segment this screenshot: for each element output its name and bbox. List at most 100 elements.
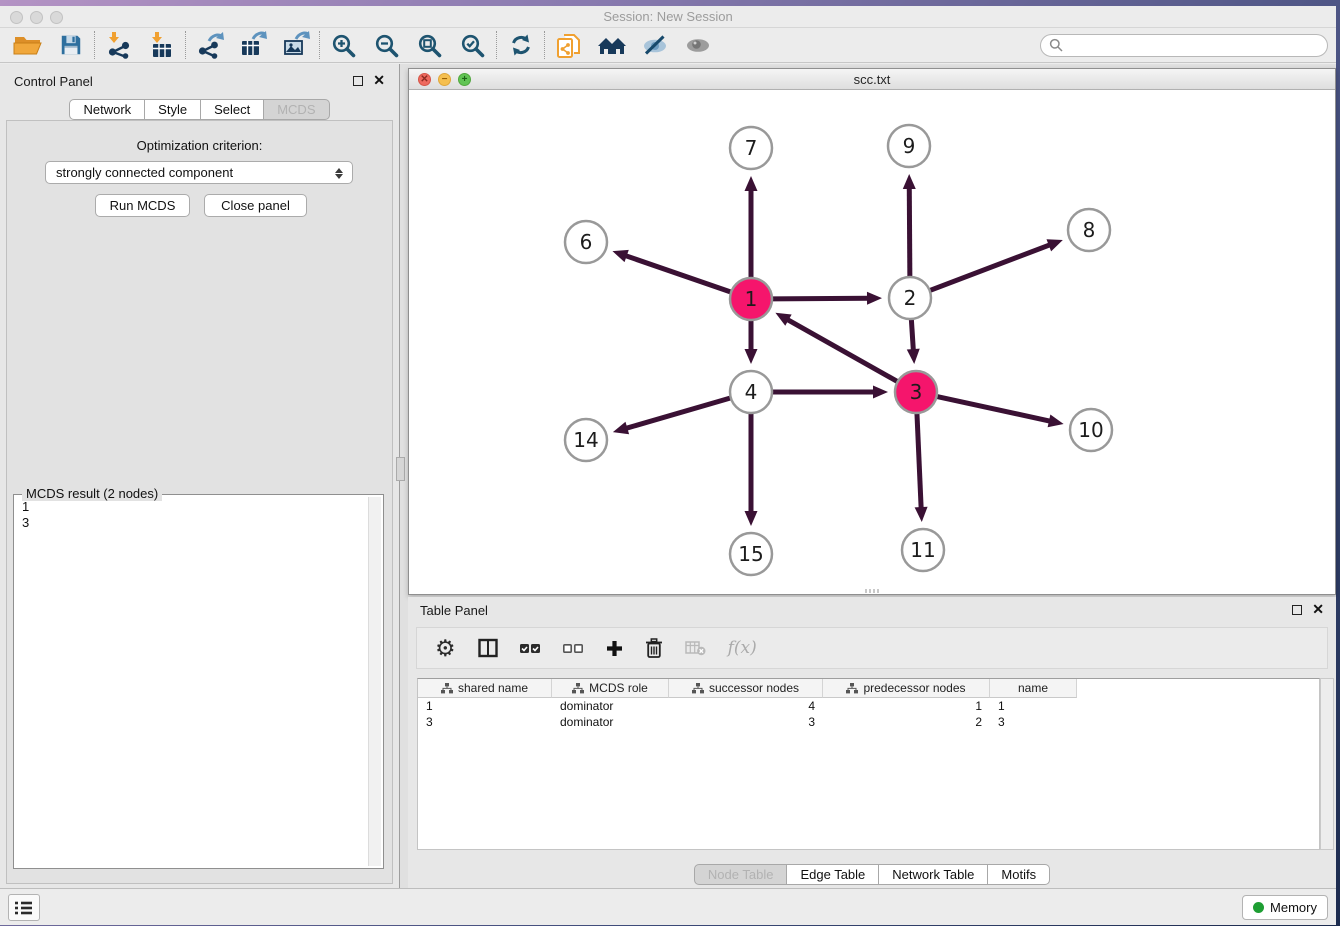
graph-node-2[interactable]: 2 <box>889 277 931 319</box>
panel-splitter-handle[interactable] <box>396 457 405 481</box>
table-tabs: Node TableEdge TableNetwork TableMotifs <box>408 864 1336 885</box>
edge-arrowhead-icon <box>613 422 629 434</box>
network-frame-titlebar[interactable]: ✕ − + scc.txt <box>409 69 1335 90</box>
graph-node-6[interactable]: 6 <box>565 221 607 263</box>
table-cell: 3 <box>669 715 823 729</box>
graph-node-4[interactable]: 4 <box>730 371 772 413</box>
edge-3-11[interactable] <box>917 413 921 510</box>
window-title: Session: New Session <box>0 9 1336 24</box>
tab-mcds[interactable]: MCDS <box>264 99 329 120</box>
tab-network-table[interactable]: Network Table <box>879 864 988 885</box>
svg-text:10: 10 <box>1078 418 1103 442</box>
optimization-criterion-select[interactable]: strongly connected component <box>45 161 353 184</box>
float-table-panel-icon[interactable] <box>1292 605 1302 615</box>
svg-text:14: 14 <box>573 428 598 452</box>
control-panel-tabs: NetworkStyleSelectMCDS <box>0 99 399 120</box>
settings-gear-icon[interactable]: ⚙ <box>435 637 456 660</box>
clone-network-icon[interactable] <box>547 30 590 61</box>
tab-network[interactable]: Network <box>69 99 145 120</box>
zoom-in-icon[interactable] <box>322 30 365 61</box>
column-header-MCDS-role[interactable]: MCDS role <box>552 679 669 698</box>
show-columns-icon[interactable] <box>478 638 498 658</box>
home-icon[interactable] <box>590 30 633 61</box>
zoom-out-icon[interactable] <box>365 30 408 61</box>
table-cell: 1 <box>418 699 552 713</box>
memory-button[interactable]: Memory <box>1242 895 1328 920</box>
svg-text:2: 2 <box>904 286 917 310</box>
search-input[interactable] <box>1067 36 1327 54</box>
graph-node-1[interactable]: 1 <box>730 278 772 320</box>
column-header-name[interactable]: name <box>990 679 1077 698</box>
export-table-icon[interactable] <box>231 30 274 61</box>
edge-3-10[interactable] <box>937 396 1052 421</box>
tab-node-table[interactable]: Node Table <box>694 864 788 885</box>
run-mcds-button[interactable]: Run MCDS <box>95 194 190 217</box>
graph-node-14[interactable]: 14 <box>565 419 607 461</box>
graph-node-15[interactable]: 15 <box>730 533 772 575</box>
mcds-result-text[interactable]: 13 <box>16 499 365 866</box>
edge-arrowhead-icon <box>745 176 758 191</box>
zoom-selected-icon[interactable] <box>451 30 494 61</box>
table-cell: 4 <box>669 699 823 713</box>
graph-node-11[interactable]: 11 <box>902 529 944 571</box>
edge-2-9[interactable] <box>909 186 910 277</box>
table-row[interactable]: 1dominator411 <box>418 698 1319 714</box>
column-header-label: predecessor nodes <box>863 681 965 695</box>
delete-icon[interactable] <box>645 638 663 658</box>
export-image-icon[interactable] <box>274 30 317 61</box>
column-header-successor-nodes[interactable]: successor nodes <box>669 679 823 698</box>
svg-text:8: 8 <box>1083 218 1096 242</box>
import-network-icon[interactable] <box>97 30 140 61</box>
column-header-label: shared name <box>458 681 528 695</box>
deselect-all-icon[interactable] <box>563 642 584 655</box>
table-cell: 3 <box>418 715 552 729</box>
tab-select[interactable]: Select <box>201 99 264 120</box>
close-table-panel-icon[interactable]: ✕ <box>1312 601 1324 617</box>
task-history-button[interactable] <box>8 894 40 921</box>
import-table-icon[interactable] <box>140 30 183 61</box>
result-scrollbar[interactable] <box>368 497 381 866</box>
edge-1-6[interactable] <box>624 255 731 292</box>
select-all-icon[interactable] <box>520 642 541 655</box>
zoom-fit-icon[interactable] <box>408 30 451 61</box>
graph-node-10[interactable]: 10 <box>1070 409 1112 451</box>
main-area: Control Panel ✕ NetworkStyleSelectMCDS O… <box>0 64 1336 888</box>
open-file-icon[interactable] <box>6 30 49 61</box>
eye-icon[interactable] <box>676 30 719 61</box>
refresh-icon[interactable] <box>499 30 542 61</box>
float-panel-icon[interactable] <box>353 76 363 86</box>
eye-slash-icon[interactable] <box>633 30 676 61</box>
tab-style[interactable]: Style <box>145 99 201 120</box>
graph-node-9[interactable]: 9 <box>888 125 930 167</box>
canvas-resize-handle[interactable] <box>865 589 879 593</box>
column-header-shared-name[interactable]: shared name <box>418 679 552 698</box>
window-titlebar: Session: New Session <box>0 6 1336 28</box>
graph-node-3[interactable]: 3 <box>895 371 937 413</box>
edge-4-14[interactable] <box>624 398 730 429</box>
export-network-icon[interactable] <box>188 30 231 61</box>
column-header-predecessor-nodes[interactable]: predecessor nodes <box>823 679 990 698</box>
close-panel-icon[interactable]: ✕ <box>373 72 385 88</box>
edge-arrowhead-icon <box>1048 415 1064 428</box>
mcds-panel: Optimization criterion: strongly connect… <box>6 120 393 884</box>
edge-3-1[interactable] <box>786 319 898 382</box>
table-row[interactable]: 3dominator323 <box>418 714 1319 730</box>
network-frame: ✕ − + scc.txt 7 9 6 8 1 2 4 3 14 10 15 11 <box>408 68 1336 595</box>
memory-label: Memory <box>1270 900 1317 915</box>
destroy-table-icon[interactable] <box>685 640 706 656</box>
tab-motifs[interactable]: Motifs <box>988 864 1050 885</box>
table-scrollbar[interactable] <box>1320 678 1334 850</box>
graph-node-8[interactable]: 8 <box>1068 209 1110 251</box>
add-icon[interactable] <box>606 640 623 657</box>
close-panel-button[interactable]: Close panel <box>204 194 307 217</box>
tab-edge-table[interactable]: Edge Table <box>787 864 879 885</box>
graph-node-7[interactable]: 7 <box>730 127 772 169</box>
optimization-criterion-label: Optimization criterion: <box>7 138 392 153</box>
edge-2-8[interactable] <box>930 244 1052 290</box>
edge-arrowhead-icon <box>612 250 628 262</box>
network-canvas[interactable]: 7 9 6 8 1 2 4 3 14 10 15 11 <box>409 90 1335 594</box>
edge-2-3[interactable] <box>911 319 913 352</box>
save-session-icon[interactable] <box>49 30 92 61</box>
function-builder-icon[interactable]: f(x) <box>728 638 757 658</box>
edge-1-2[interactable] <box>772 298 870 299</box>
